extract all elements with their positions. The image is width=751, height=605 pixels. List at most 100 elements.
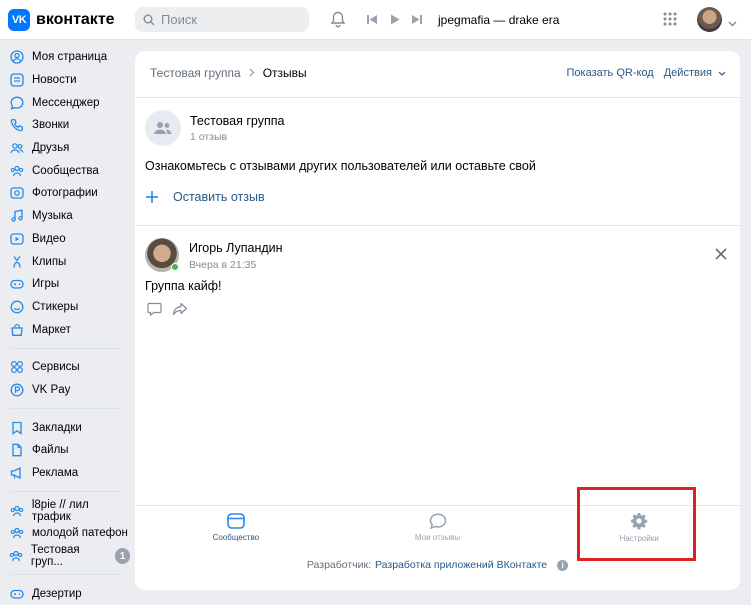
- actions-dropdown[interactable]: Действия: [664, 67, 726, 79]
- sidebar-item-label: Фотографии: [32, 187, 98, 200]
- intro-text: Ознакомьтесь с отзывами других пользоват…: [145, 159, 536, 173]
- apps-grid-icon[interactable]: [663, 12, 677, 26]
- play-icon[interactable]: [390, 14, 400, 25]
- group-icon: [9, 525, 25, 541]
- sidebar-item-label: Стикеры: [32, 300, 79, 313]
- sidebar-item-label: Друзья: [32, 142, 70, 155]
- group-placeholder-icon: [154, 122, 172, 134]
- comment-icon[interactable]: [147, 302, 162, 319]
- leave-review-button[interactable]: Оставить отзыв: [145, 190, 265, 204]
- sidebar-divider: [10, 574, 122, 576]
- sidebar-item-video[interactable]: Видео: [0, 228, 130, 251]
- share-icon[interactable]: [172, 302, 188, 319]
- sidebar-item-label: Дезертир: [32, 587, 82, 600]
- sidebar-item-calls[interactable]: Звонки: [0, 114, 130, 137]
- sidebar-divider: [10, 347, 122, 349]
- next-track-icon[interactable]: [411, 14, 422, 25]
- sidebar-item-ads[interactable]: Реклама: [0, 462, 130, 485]
- sidebar-item-stickers[interactable]: Стикеры: [0, 296, 130, 319]
- file-icon: [9, 442, 25, 458]
- bell-icon[interactable]: [330, 11, 346, 28]
- sidebar-divider: [10, 408, 122, 410]
- sidebar-item-label: Реклама: [32, 467, 79, 480]
- sidebar-item-files[interactable]: Файлы: [0, 439, 130, 462]
- sidebar-item-group-patefon[interactable]: молодой патефон: [0, 522, 130, 545]
- header-actions: Показать QR-код Действия: [567, 67, 726, 79]
- sidebar-item-label: Моя страница: [32, 51, 108, 64]
- tab-my-reviews[interactable]: Мои отзывы: [337, 506, 539, 548]
- vkpay-icon: [9, 382, 25, 398]
- show-qr-code-link[interactable]: Показать QR-код: [567, 67, 654, 79]
- chevron-down-icon: [718, 71, 726, 76]
- sidebar-item-group-l8pie[interactable]: l8pie // лил трафик: [0, 498, 130, 523]
- chevron-down-icon[interactable]: [728, 15, 737, 30]
- previous-track-icon[interactable]: [367, 14, 378, 25]
- sidebar-item-vk-pay[interactable]: VK Pay: [0, 379, 130, 402]
- sidebar-main-section: Моя страница Новости Мессенджер Звонки Д…: [0, 46, 130, 341]
- sidebar-item-label: Закладки: [32, 421, 82, 434]
- sidebar-item-services[interactable]: Сервисы: [0, 356, 130, 379]
- group-icon: [9, 503, 25, 519]
- music-icon: [9, 208, 25, 224]
- developer-link[interactable]: Разработка приложений ВКонтакте: [375, 559, 547, 571]
- divider: [135, 97, 740, 98]
- megaphone-icon: [9, 465, 25, 481]
- photo-icon: [9, 185, 25, 201]
- sidebar-item-clips[interactable]: Клипы: [0, 250, 130, 273]
- sidebar-item-bookmarks[interactable]: Закладки: [0, 416, 130, 439]
- sidebar-item-dezertir[interactable]: Дезертир: [0, 582, 130, 605]
- sidebar-item-label: Сервисы: [32, 361, 80, 374]
- close-icon[interactable]: [715, 248, 727, 263]
- search-input[interactable]: [161, 12, 301, 27]
- review-time: Вчера в 21:35: [189, 259, 257, 271]
- sidebar-item-messenger[interactable]: Мессенджер: [0, 91, 130, 114]
- reviewer-name[interactable]: Игорь Лупандин: [189, 241, 283, 255]
- message-icon: [429, 512, 446, 529]
- sidebar-item-label: Тестовая груп...: [30, 544, 80, 569]
- vk-logo-text: вконтакте: [36, 11, 115, 28]
- sidebar-item-games[interactable]: Игры: [0, 273, 130, 296]
- services-icon: [9, 359, 25, 375]
- online-indicator: [171, 263, 179, 271]
- sidebar-item-music[interactable]: Музыка: [0, 205, 130, 228]
- message-icon: [9, 95, 25, 111]
- tab-label: Мои отзывы: [414, 532, 461, 542]
- tab-community[interactable]: Сообщество: [135, 506, 337, 548]
- sidebar-item-news[interactable]: Новости: [0, 69, 130, 92]
- top-bar: VK вконтакте jpegmafia — drake era: [0, 0, 751, 40]
- sidebar-item-label: Маркет: [32, 323, 71, 336]
- community-icon: [227, 512, 245, 529]
- games-icon: [9, 276, 25, 292]
- sidebar-divider: [10, 491, 122, 493]
- search-box[interactable]: [135, 7, 309, 32]
- notification-badge: 1: [115, 548, 130, 565]
- sidebar-item-communities[interactable]: Сообщества: [0, 159, 130, 182]
- sidebar-item-my-page[interactable]: Моя страница: [0, 46, 130, 69]
- breadcrumb-group-link[interactable]: Тестовая группа: [150, 66, 241, 80]
- search-icon: [143, 14, 155, 25]
- stickers-icon: [9, 299, 25, 315]
- user-avatar[interactable]: [697, 7, 722, 32]
- breadcrumb: Тестовая группа Отзывы: [150, 66, 307, 80]
- group-avatar: [145, 110, 181, 146]
- tab-label: Сообщество: [212, 532, 260, 542]
- now-playing-track[interactable]: jpegmafia — drake era: [438, 13, 559, 27]
- sidebar-item-photos[interactable]: Фотографии: [0, 182, 130, 205]
- plus-icon: [146, 191, 158, 203]
- sidebar-item-label: Мессенджер: [32, 96, 100, 109]
- info-icon[interactable]: i: [557, 559, 569, 571]
- clips-icon: [9, 254, 25, 270]
- sidebar-item-label: VK Pay: [32, 383, 71, 396]
- sidebar-item-friends[interactable]: Друзья: [0, 137, 130, 160]
- sidebar-services-section: Сервисы VK Pay: [0, 356, 130, 401]
- reviews-count: 1 отзыв: [190, 131, 228, 143]
- video-icon: [9, 231, 25, 247]
- developer-label: Разработчик:: [306, 559, 372, 571]
- vk-logo[interactable]: VK вконтакте: [8, 9, 115, 31]
- sidebar-item-market[interactable]: Маркет: [0, 318, 130, 341]
- sidebar-item-label: Сообщества: [32, 164, 99, 177]
- sidebar-item-group-test[interactable]: Тестовая груп... 1: [0, 544, 130, 569]
- breadcrumb-current: Отзывы: [262, 66, 307, 80]
- group-name: Тестовая группа: [190, 114, 285, 128]
- sidebar-item-label: l8pie // лил трафик: [31, 498, 89, 523]
